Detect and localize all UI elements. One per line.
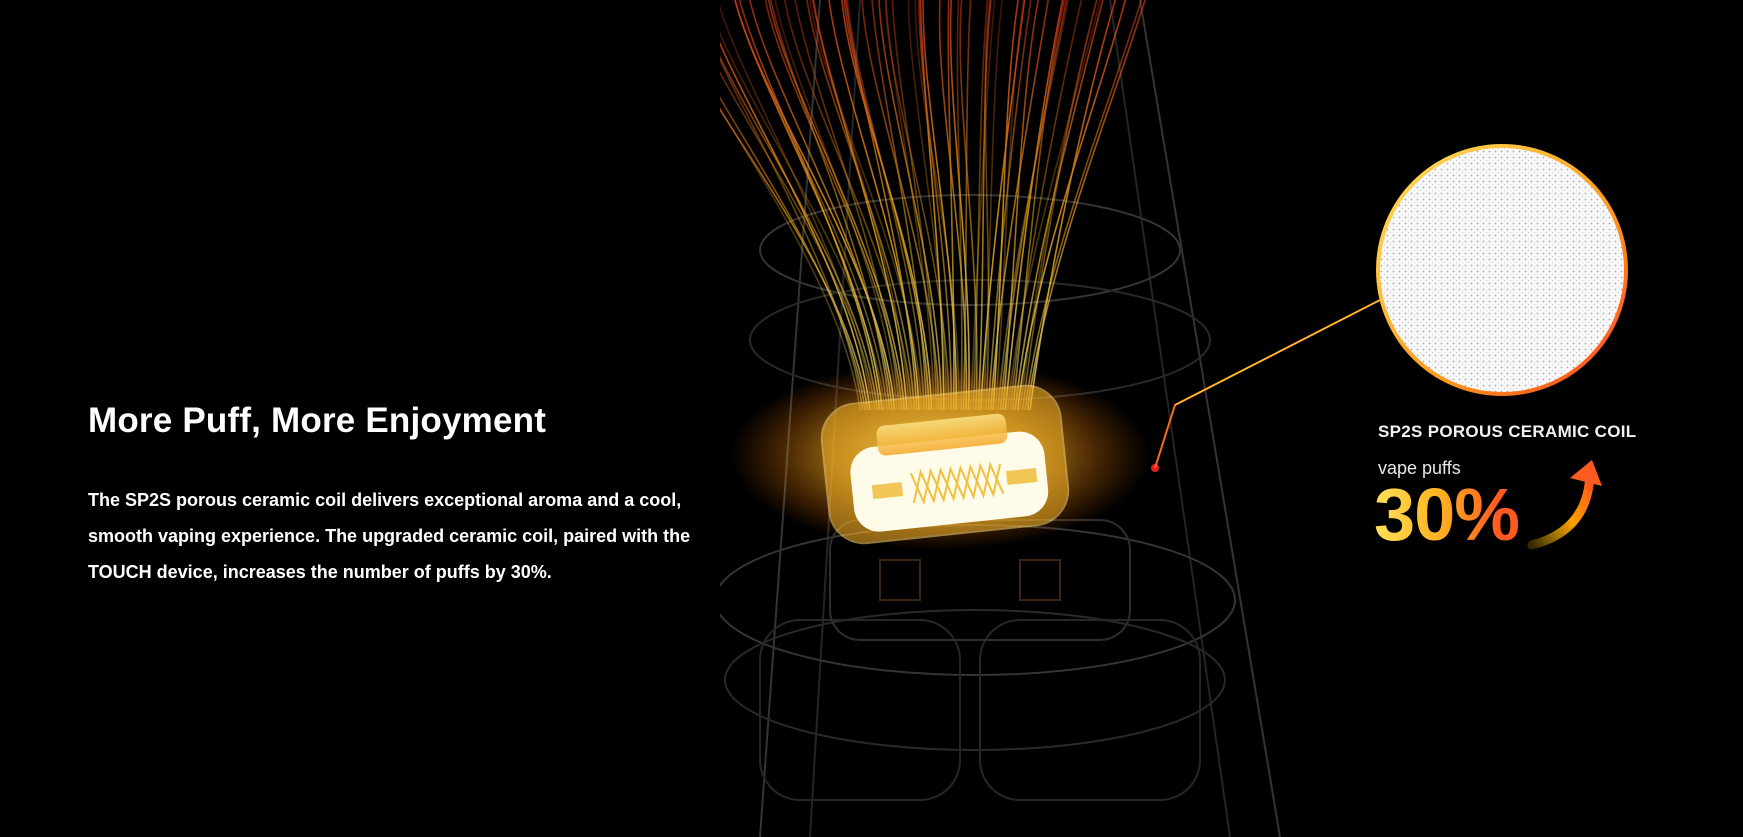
callout-title: SP2S POROUS CERAMIC COIL [1378, 422, 1637, 441]
callout-connector [1154, 299, 1381, 469]
vapor-strand [734, 0, 896, 411]
feature-headline: More Puff, More Enjoyment [88, 401, 547, 440]
vapor-strand [809, 0, 923, 411]
callout-value: 30% [1374, 473, 1520, 556]
feature-text: More Puff, More Enjoyment The SP2S porou… [88, 400, 708, 590]
vapor-strands [720, 0, 1146, 411]
ceramic-coil [820, 384, 1070, 545]
feature-description: The SP2S porous ceramic coil delivers ex… [88, 490, 691, 582]
coil-cutaway-graphic [720, 0, 1628, 837]
porous-ceramic-magnifier [1376, 144, 1628, 396]
feature-section: More Puff, More Enjoyment The SP2S porou… [0, 0, 1743, 837]
product-illustration [720, 0, 1743, 837]
arrow-up-icon [1527, 460, 1602, 550]
vapor-strand [828, 0, 920, 411]
vapor-strand [987, 0, 1032, 411]
